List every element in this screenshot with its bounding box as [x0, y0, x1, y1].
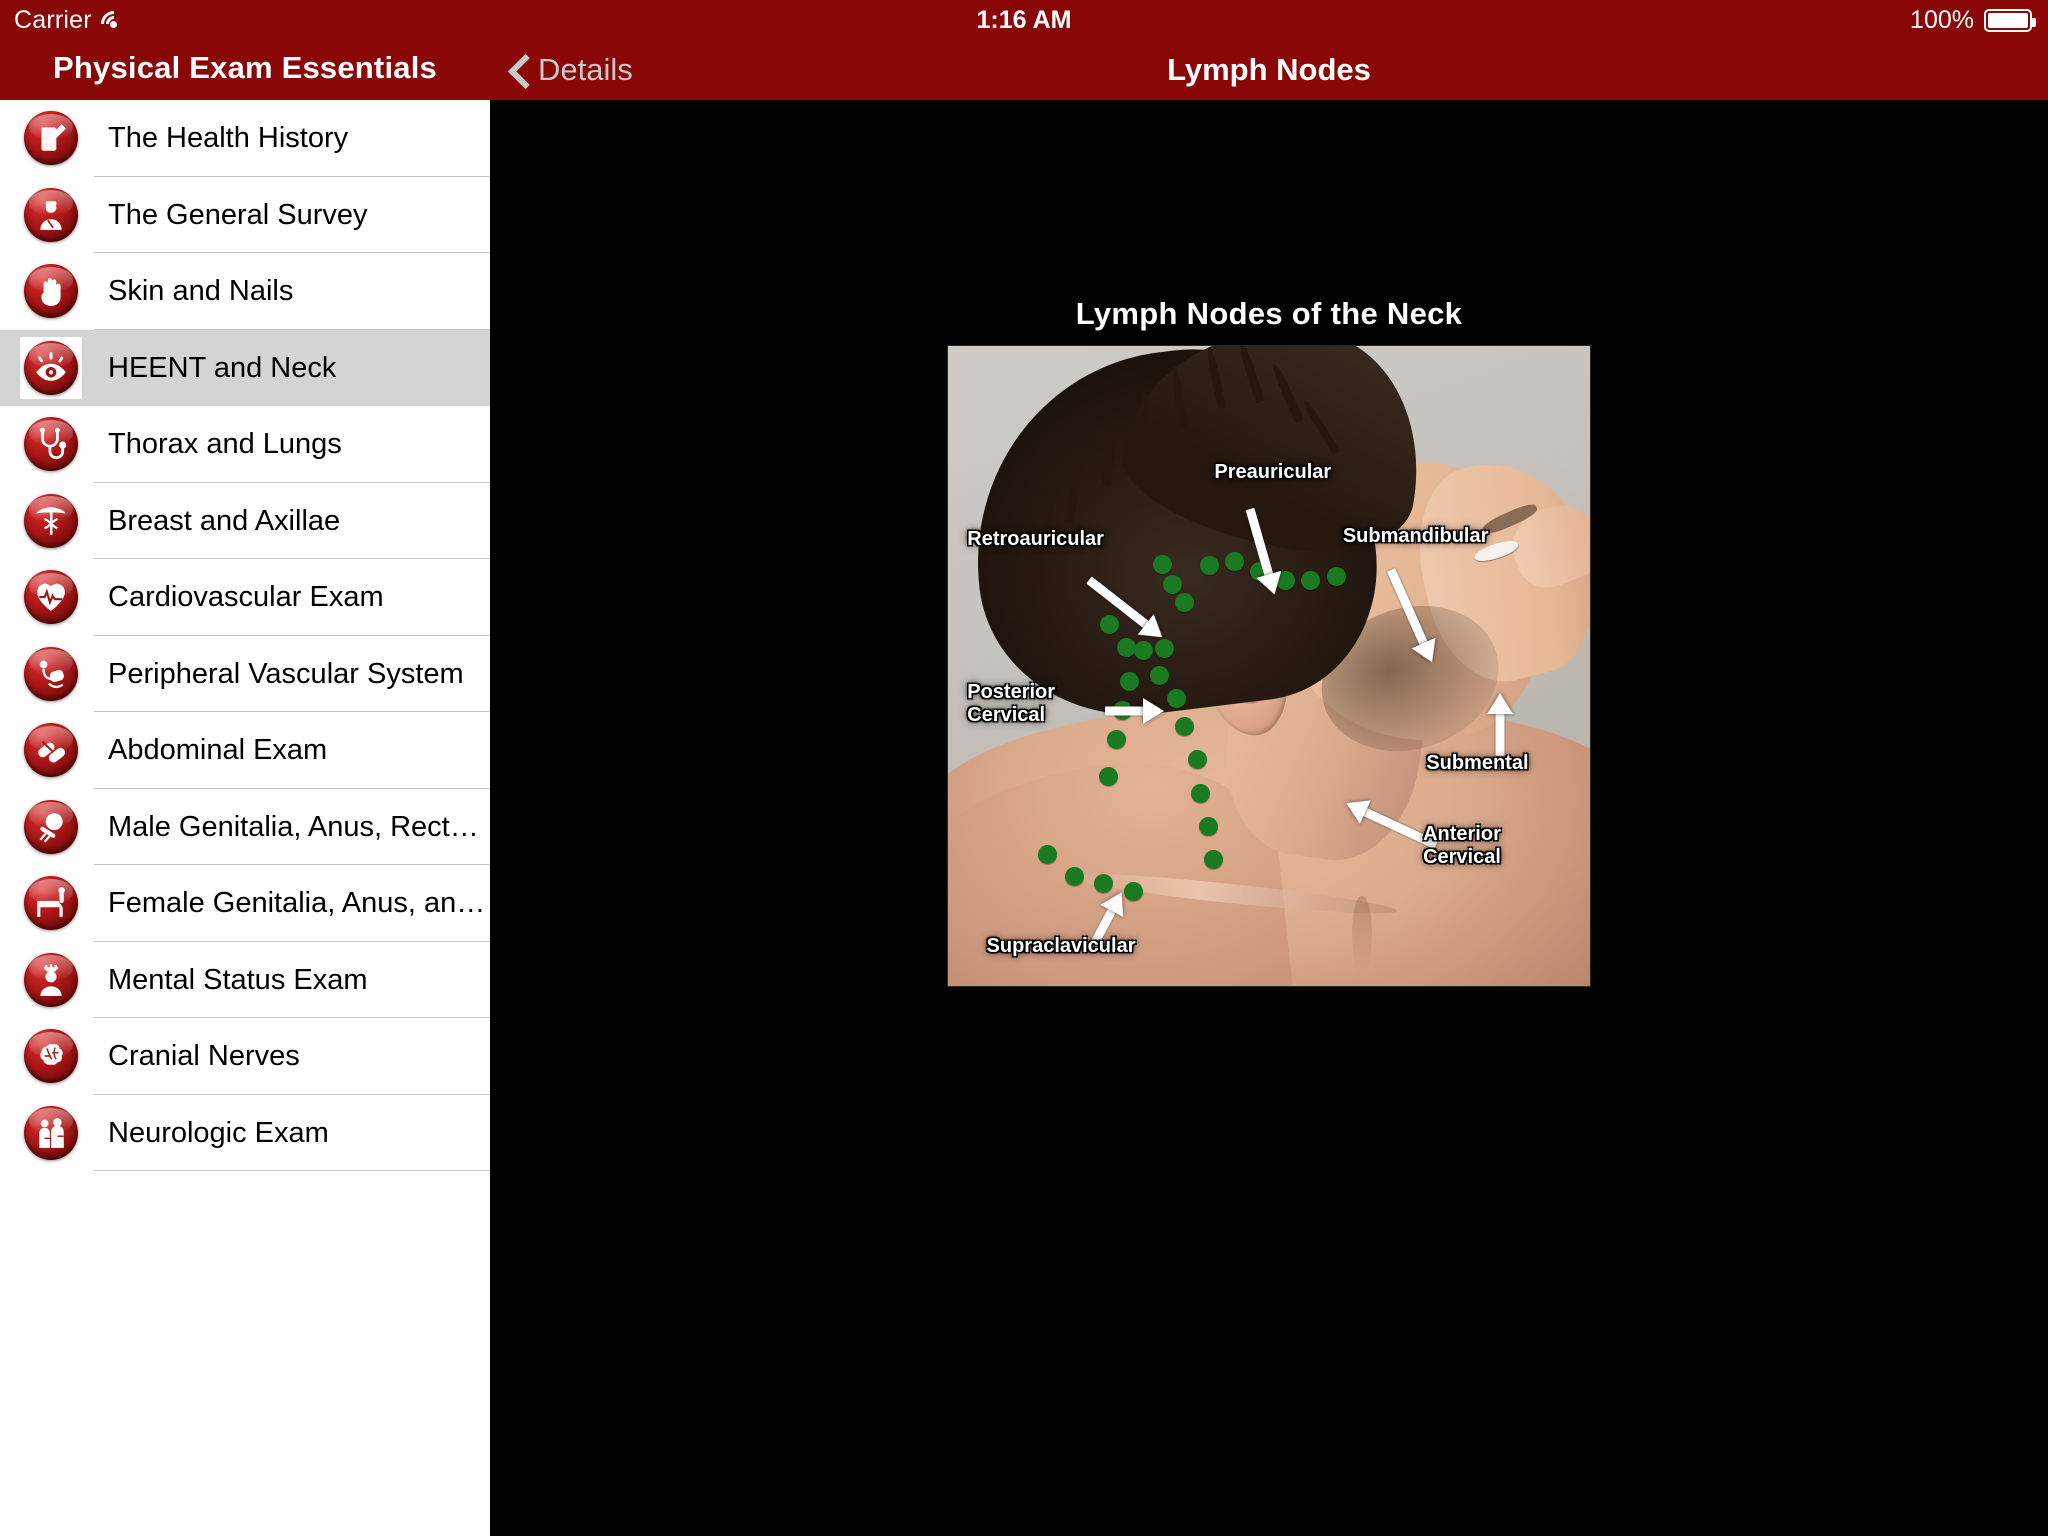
sidebar-item-icon-wrap — [20, 1102, 82, 1164]
sidebar-item-label: Skin and Nails — [108, 275, 294, 308]
lymph-node-marker — [1326, 566, 1346, 586]
row-separator — [94, 1170, 490, 1171]
annotation-label: Retroauricular — [967, 527, 1104, 550]
lymph-node-diagram-image[interactable]: Preauricular Submandibular Retroauricular P… — [948, 346, 1590, 986]
blood-pressure-icon — [24, 646, 78, 701]
hand-icon — [24, 264, 78, 319]
sidebar-item-peripheral-vascular-system[interactable]: Peripheral Vascular System — [0, 635, 490, 712]
lymph-node-marker — [1167, 688, 1187, 708]
sidebar-list: The Health History The General Survey Skin… — [0, 100, 490, 1171]
annotation-label: Supraclavicular — [986, 934, 1136, 957]
figure-caption: Lymph Nodes of the Neck — [1075, 296, 1463, 331]
back-button-label: Details — [538, 52, 633, 87]
detail-body: Lymph Nodes of the Neck Preauricular Sub… — [490, 100, 2048, 1536]
lymph-node-marker — [1224, 551, 1244, 571]
eye-icon — [24, 340, 78, 395]
battery-percent-label: 100% — [1910, 6, 1974, 34]
annotation-label: Anterior Cervical — [1423, 822, 1501, 868]
stethoscope-icon — [24, 417, 78, 472]
app-title: Physical Exam Essentials — [53, 50, 437, 85]
sidebar: Physical Exam Essentials The Health Hist… — [0, 0, 490, 1536]
sidebar-item-cranial-nerves[interactable]: Cranial Nerves — [0, 1018, 490, 1095]
annotation-arrow — [1487, 692, 1514, 756]
app-root: Physical Exam Essentials The Health Hist… — [0, 0, 2048, 1536]
two-people-icon — [24, 1105, 78, 1160]
sidebar-item-icon-wrap — [20, 336, 82, 399]
clipboard-pen-icon — [24, 111, 78, 166]
annotation-label: Submental — [1426, 752, 1529, 775]
status-bar-right: 100% — [1910, 6, 2036, 34]
sidebar-item-icon-wrap — [20, 949, 82, 1011]
lymph-node-marker — [1163, 574, 1183, 594]
sidebar-item-label: Breast and Axillae — [108, 504, 341, 537]
sidebar-item-icon-wrap — [20, 490, 82, 552]
sidebar-item-icon-wrap — [20, 719, 82, 781]
back-button[interactable]: Details — [508, 52, 633, 88]
annotation-label: Submandibular — [1342, 525, 1489, 548]
sidebar-item-mental-status-exam[interactable]: Mental Status Exam — [0, 941, 490, 1018]
sidebar-item-icon-wrap — [20, 260, 82, 322]
sidebar-item-label: Peripheral Vascular System — [108, 657, 464, 690]
sidebar-item-label: The General Survey — [108, 198, 368, 231]
sidebar-item-label: Mental Status Exam — [108, 963, 368, 996]
lymph-node-marker — [1119, 671, 1139, 691]
annotation-arrow — [1105, 698, 1165, 724]
doctor-icon — [24, 187, 78, 242]
sidebar-item-the-general-survey[interactable]: The General Survey — [0, 176, 490, 253]
chevron-left-icon — [508, 53, 528, 87]
detail-pane: Details Lymph Nodes Lymph Nodes of the N… — [490, 0, 2048, 1536]
lymph-node-marker — [1187, 749, 1207, 769]
sidebar-item-label: Cardiovascular Exam — [108, 581, 384, 614]
lymph-node-marker — [1099, 766, 1118, 786]
figure: Lymph Nodes of the Neck Preauricular Sub… — [948, 296, 1590, 986]
lymph-node-marker — [1116, 637, 1136, 657]
sidebar-item-heent-and-neck[interactable]: HEENT and Neck — [0, 329, 490, 406]
exam-table-icon — [24, 876, 78, 931]
caduceus-icon — [24, 493, 78, 548]
sidebar-item-skin-and-nails[interactable]: Skin and Nails — [0, 253, 490, 330]
sidebar-item-icon-wrap — [20, 413, 82, 475]
sidebar-item-icon-wrap — [20, 1025, 82, 1087]
sidebar-item-icon-wrap — [20, 566, 82, 628]
sidebar-item-label: Female Genitalia, Anus, and… — [108, 887, 486, 920]
mind-person-icon — [24, 952, 78, 1007]
heart-ecg-icon — [24, 570, 78, 625]
sidebar-item-icon-wrap — [20, 184, 82, 246]
sidebar-item-label: The Health History — [108, 122, 349, 155]
sidebar-item-cardiovascular-exam[interactable]: Cardiovascular Exam — [0, 559, 490, 636]
male-exam-icon — [24, 799, 78, 854]
sidebar-item-label: Male Genitalia, Anus, Rectu… — [108, 810, 486, 843]
status-bar: Carrier 1:16 AM 100% — [0, 0, 2048, 43]
sidebar-item-label: HEENT and Neck — [108, 351, 337, 384]
pills-icon — [24, 723, 78, 778]
sidebar-item-label: Cranial Nerves — [108, 1040, 300, 1073]
brain-icon — [24, 1029, 78, 1084]
sidebar-item-icon-wrap — [20, 872, 82, 934]
clock-label: 1:16 AM — [976, 6, 1072, 34]
sternum-region — [1352, 896, 1372, 974]
hair-spike — [1140, 390, 1150, 453]
lymph-node-marker — [1203, 849, 1223, 869]
lymph-node-marker — [1190, 783, 1210, 803]
sidebar-item-thorax-and-lungs[interactable]: Thorax and Lungs — [0, 406, 490, 483]
sidebar-item-female-genitalia-anus-and[interactable]: Female Genitalia, Anus, and… — [0, 865, 490, 942]
sidebar-item-label: Thorax and Lungs — [108, 428, 342, 461]
sidebar-item-neurologic-exam[interactable]: Neurologic Exam — [0, 1094, 490, 1171]
sidebar-item-breast-and-axillae[interactable]: Breast and Axillae — [0, 482, 490, 559]
sidebar-item-icon-wrap — [20, 107, 82, 169]
annotation-label: Preauricular — [1214, 461, 1332, 484]
sidebar-item-abdominal-exam[interactable]: Abdominal Exam — [0, 712, 490, 789]
battery-full-icon — [1984, 8, 2036, 32]
sidebar-item-label: Abdominal Exam — [108, 734, 328, 767]
sidebar-item-icon-wrap — [20, 796, 82, 858]
lymph-node-marker — [1174, 716, 1194, 736]
sidebar-item-icon-wrap — [20, 643, 82, 705]
lymph-node-marker — [1152, 554, 1172, 574]
sidebar-item-the-health-history[interactable]: The Health History — [0, 100, 490, 177]
annotation-label: Posterior Cervical — [967, 680, 1056, 726]
sidebar-item-male-genitalia-anus-rectu[interactable]: Male Genitalia, Anus, Rectu… — [0, 788, 490, 865]
detail-title: Lymph Nodes — [1167, 52, 1371, 87]
sidebar-item-label: Neurologic Exam — [108, 1116, 329, 1149]
lymph-node-marker — [1064, 867, 1084, 887]
